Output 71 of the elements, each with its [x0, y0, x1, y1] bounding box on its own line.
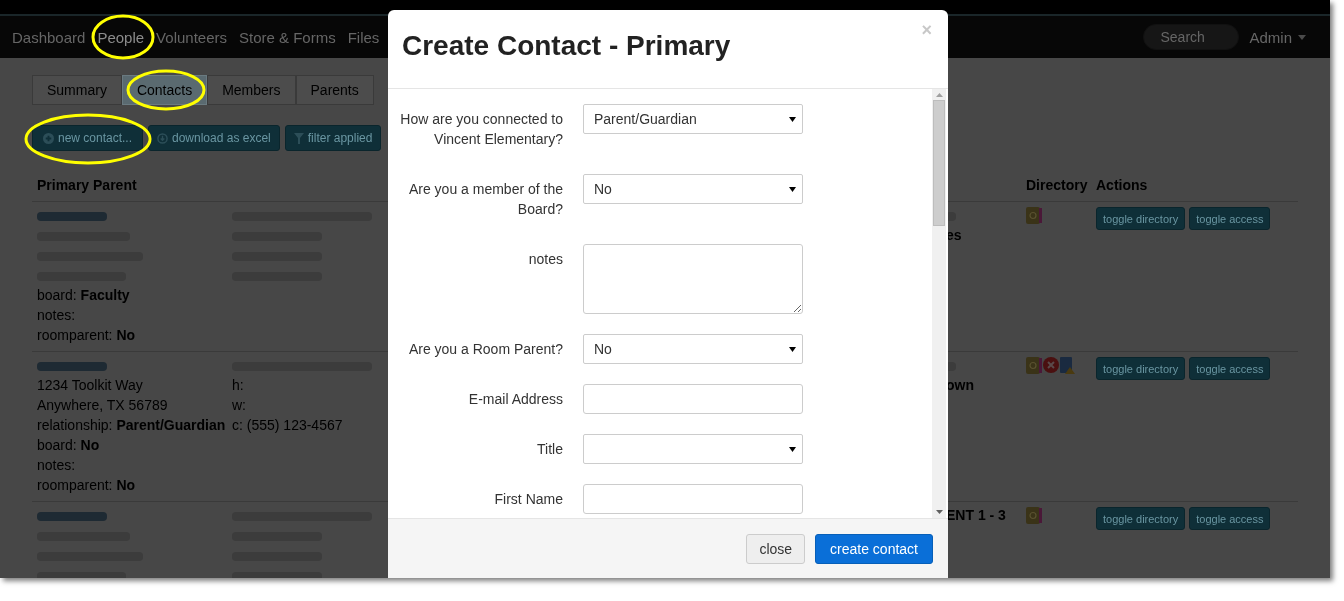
action-button[interactable]: toggle directory [1096, 507, 1186, 530]
warning-book-icon [1060, 357, 1076, 374]
nav-link[interactable]: Dashboard [12, 28, 86, 46]
field-label: E-mail Address [467, 390, 563, 409]
contact-text: w: [232, 397, 246, 413]
detail-text: Anywhere, TX 56789 [37, 397, 168, 413]
book-icon [1026, 507, 1042, 524]
detail-text: board: Faculty [37, 287, 130, 303]
dropdown-arrow-icon [789, 346, 796, 352]
toolbar-button[interactable]: new contact... [32, 125, 143, 151]
dropdown-arrow-icon [789, 116, 796, 122]
action-button[interactable]: toggle directory [1096, 207, 1186, 230]
select-field[interactable]: Parent/Guardian [583, 104, 803, 134]
column-header: Directory [1026, 177, 1089, 195]
detail-text: relationship: Parent/Guardian [37, 417, 226, 433]
text-field[interactable] [583, 384, 803, 414]
error-icon [1043, 357, 1059, 373]
download-icon [157, 132, 168, 144]
field-label: notes [527, 250, 563, 269]
select-field[interactable] [583, 434, 803, 464]
select-field[interactable]: No [583, 334, 803, 364]
select-field[interactable]: No [583, 174, 803, 204]
column-header: Actions [1096, 177, 1149, 195]
filter-icon [293, 132, 304, 144]
caret-icon [1298, 34, 1306, 40]
toolbar-button[interactable]: filter applied [284, 125, 382, 151]
scrollbar[interactable] [932, 89, 946, 518]
detail-text: roomparent: No [37, 327, 136, 343]
nav-link[interactable]: Files [347, 28, 380, 46]
field-label: Title [536, 440, 563, 459]
notes-field[interactable] [583, 244, 803, 314]
nav-link[interactable]: Store & Forms [239, 28, 336, 46]
user-menu[interactable]: Admin [1249, 28, 1306, 46]
contact-text: c: (555) 123-4567 [232, 417, 343, 433]
book-icon [1026, 207, 1042, 224]
detail-text: 1234 Toolkit Way [37, 377, 143, 393]
blurred-text [37, 211, 107, 221]
search-field[interactable]: Search [1143, 24, 1240, 50]
book-icon [1026, 357, 1042, 374]
dropdown-arrow-icon [789, 186, 796, 192]
scroll-up-icon [935, 93, 943, 97]
action-button[interactable]: toggle directory [1096, 357, 1186, 380]
dropdown-arrow-icon [789, 446, 796, 452]
cell-text: own [946, 377, 974, 393]
field-label: How are you connected to Vincent Elementary? [399, 110, 563, 149]
action-button[interactable]: toggle access [1189, 207, 1271, 230]
nav-link[interactable]: Volunteers [156, 28, 227, 46]
scroll-down-icon [935, 510, 943, 514]
plus-icon [43, 132, 54, 144]
contact-text: h: [232, 377, 244, 393]
field-label: Are you a Room Parent? [407, 340, 563, 359]
action-button[interactable]: toggle access [1189, 357, 1271, 380]
tab[interactable]: Parents [295, 75, 374, 105]
detail-text: notes: [37, 457, 76, 473]
dialog-title: Create Contact - Primary [402, 30, 731, 62]
blurred-text [37, 511, 107, 521]
tab[interactable]: Summary [32, 75, 122, 105]
submit-button[interactable]: create contact [815, 533, 933, 564]
close-button[interactable]: close [746, 533, 806, 564]
action-button[interactable]: toggle access [1189, 507, 1271, 530]
blurred-text [37, 361, 107, 371]
detail-text: notes: [37, 307, 76, 323]
field-label: Are you a member of the Board? [407, 180, 563, 219]
field-label: First Name [493, 490, 563, 509]
column-header: Primary Parent [37, 177, 138, 195]
annotation-ellipse [91, 14, 155, 60]
tab[interactable]: Members [207, 75, 296, 105]
detail-text: board: No [37, 437, 100, 453]
toolbar-button[interactable]: download as excel [148, 125, 280, 151]
detail-text: roomparent: No [37, 477, 136, 493]
text-field[interactable] [583, 484, 803, 514]
